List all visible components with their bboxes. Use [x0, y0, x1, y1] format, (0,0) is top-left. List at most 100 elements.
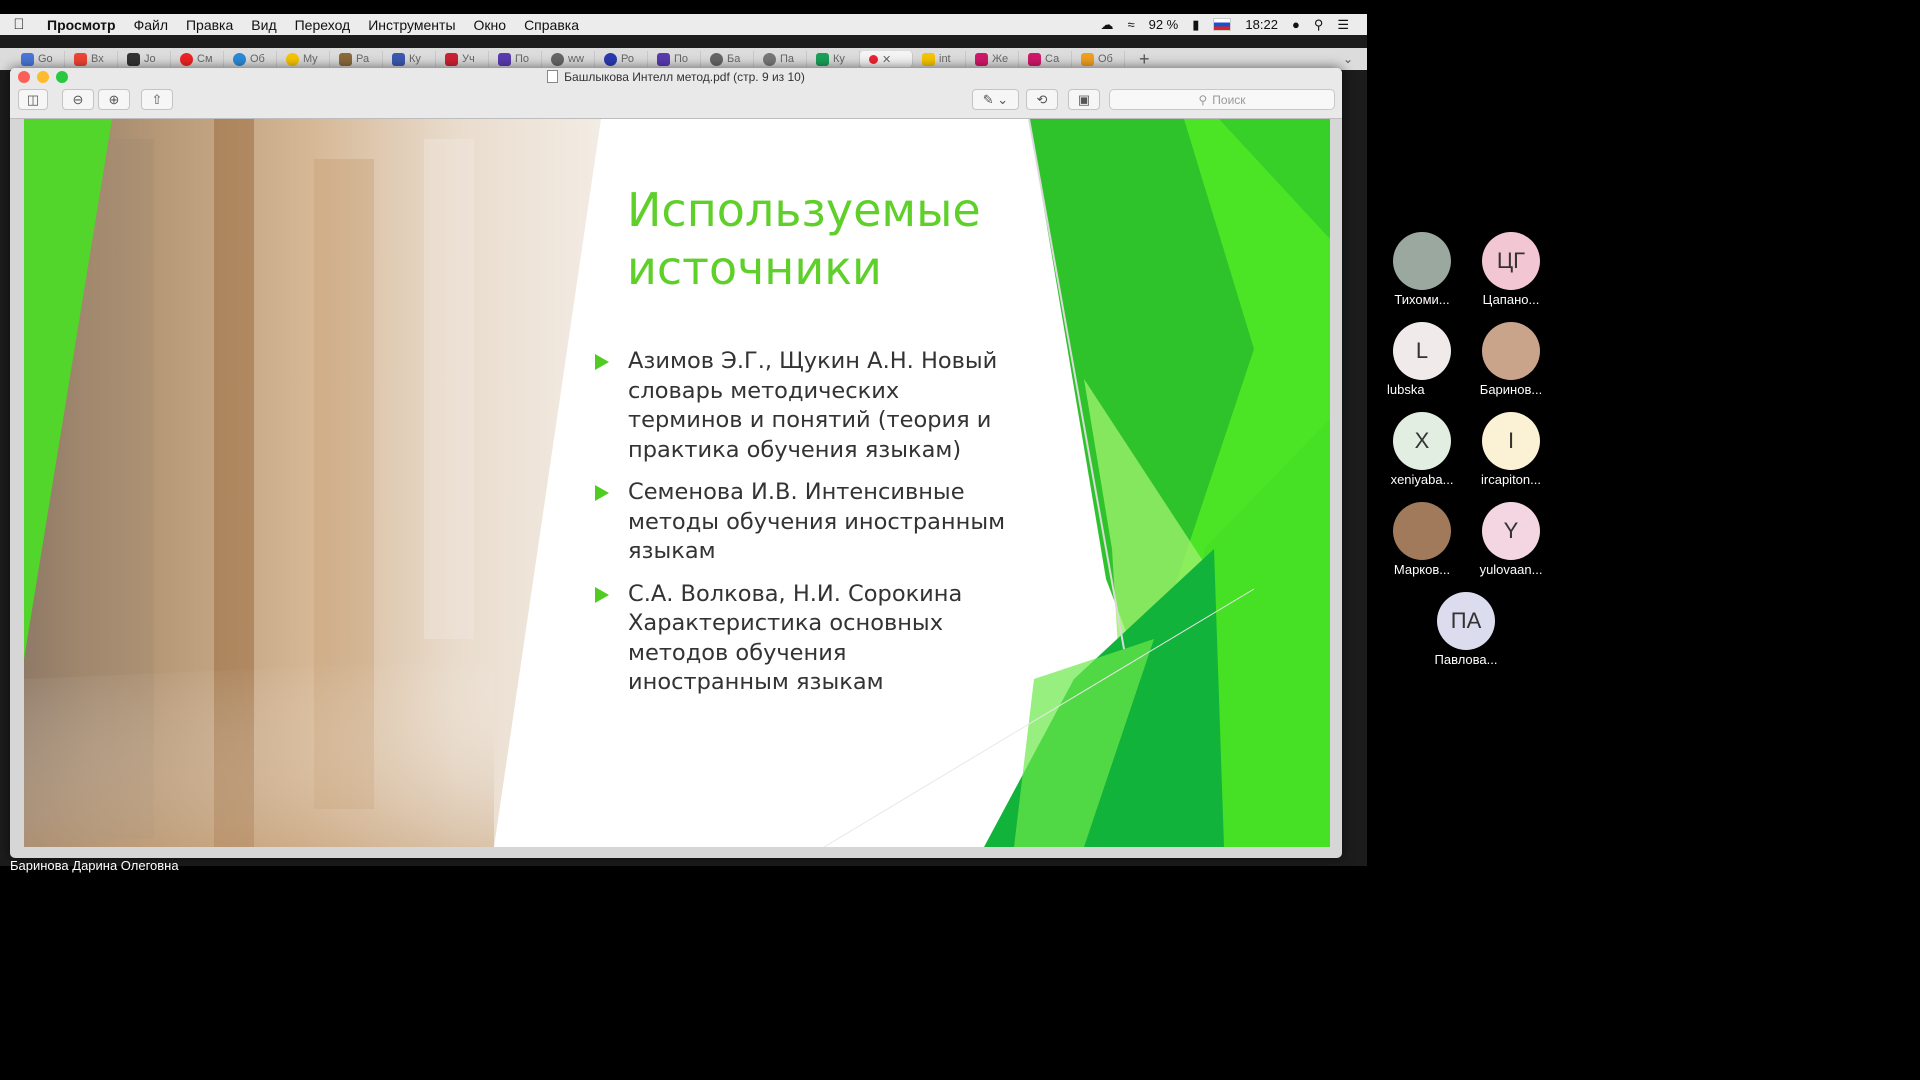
participant-name: yulovaan... [1479, 562, 1543, 577]
menu-edit[interactable]: Правка [177, 17, 242, 33]
apple-icon[interactable]:  [0, 16, 38, 33]
menu-go[interactable]: Переход [286, 17, 360, 33]
source-list: Азимов Э.Г., Щукин А.Н. Новый словарь ме… [592, 347, 1012, 711]
tab-label: Са [1045, 53, 1060, 65]
tab-favicon-icon [498, 52, 511, 66]
sidebar-toggle-button[interactable]: ◫ [18, 89, 48, 110]
tab-label: См [197, 53, 213, 65]
tab[interactable]: Ку [383, 51, 436, 67]
tab[interactable]: My [277, 51, 330, 67]
input-language-icon[interactable] [1213, 18, 1232, 31]
tab[interactable]: По [489, 51, 542, 67]
tab[interactable]: Об [1072, 51, 1125, 67]
rotate-button[interactable]: ⟲ [1026, 89, 1058, 110]
share-button[interactable]: ⇧ [141, 89, 173, 110]
markup-pen-button[interactable]: ✎ ⌄ [972, 89, 1019, 110]
participant-name: Тихоми... [1394, 292, 1450, 307]
tab[interactable]: Вх [65, 51, 118, 67]
tab-label: ww [568, 53, 584, 65]
participant-tile[interactable]: Y yulovaan... [1466, 502, 1556, 577]
participant-name-highlighted: xeniyaba... [1390, 472, 1454, 487]
spotlight-icon[interactable]: ⚲ [1314, 17, 1324, 33]
tab[interactable]: См [171, 51, 224, 67]
menu-view[interactable]: Вид [242, 17, 285, 33]
participant-tile[interactable]: X xeniyaba... [1377, 412, 1467, 487]
clock[interactable]: 18:22 [1245, 17, 1278, 32]
tab[interactable]: Go [12, 51, 65, 67]
participant-tile[interactable]: L lubska [1377, 322, 1467, 397]
menu-bar:  Просмотр Файл Правка Вид Переход Инстр… [0, 14, 1367, 35]
tab-favicon-icon [1028, 52, 1041, 66]
search-field[interactable]: ⚲ Поиск [1109, 89, 1335, 110]
tab-label: Ку [409, 53, 421, 65]
tab[interactable]: Ро [595, 51, 648, 67]
bullet-arrow-icon [595, 485, 609, 501]
tab[interactable]: Же [966, 51, 1019, 67]
tab-favicon-icon [445, 52, 458, 66]
participant-tile[interactable]: Баринов... [1466, 322, 1556, 397]
avatar [1482, 322, 1540, 380]
tab[interactable]: Ку [807, 51, 860, 67]
tab[interactable]: Са [1019, 51, 1072, 67]
tab-active[interactable]: ✕ [860, 51, 913, 67]
tab-label: Ра [356, 53, 370, 65]
browser-tab-strip: Go Вх Jo См Об My Ра Ку Уч По ww Ро По Б… [0, 48, 1367, 70]
tab-favicon-icon [180, 52, 193, 66]
search-placeholder: Поиск [1212, 92, 1246, 107]
avatar [1393, 502, 1451, 560]
close-tab-icon[interactable]: ✕ [882, 53, 891, 66]
new-tab-button[interactable]: + [1139, 49, 1150, 70]
source-item: С.А. Волкова, Н.И. Сорокина Характеристи… [592, 580, 1012, 698]
tab-label: Go [38, 53, 53, 65]
battery-icon: ▮ [1192, 16, 1200, 32]
participant-tile[interactable]: Марков... [1377, 502, 1467, 577]
tab-label: По [515, 53, 530, 65]
tab[interactable]: По [648, 51, 701, 67]
participant-name: lubska [1387, 382, 1425, 397]
tab-favicon-icon [286, 52, 299, 66]
participant-tile[interactable]: Тихоми... [1377, 232, 1467, 307]
avatar: X [1393, 412, 1451, 470]
participant-tile[interactable]: ПА Павлова... [1421, 592, 1511, 667]
source-text: Азимов Э.Г., Щукин А.Н. Новый словарь ме… [628, 348, 998, 463]
user-icon[interactable]: ● [1292, 17, 1300, 32]
cloud-icon[interactable]: ☁ [1100, 17, 1113, 33]
participant-name: Павлова... [1434, 652, 1498, 667]
tab[interactable]: ww [542, 51, 595, 67]
tab[interactable]: Jo [118, 51, 171, 67]
tab-favicon-icon [74, 52, 87, 66]
tab-favicon-icon [710, 52, 723, 66]
menu-tools[interactable]: Инструменты [359, 17, 464, 33]
tab-label: Ку [833, 53, 845, 65]
tab-favicon-icon [339, 52, 352, 66]
zoom-out-button[interactable]: ⊖ [62, 89, 94, 110]
participant-name: Марков... [1393, 562, 1451, 577]
pdf-file-icon [547, 70, 559, 83]
tab[interactable]: int [913, 51, 966, 67]
battery-label[interactable]: 92 % [1149, 17, 1179, 32]
menu-help[interactable]: Справка [515, 17, 588, 33]
tab[interactable]: Уч [436, 51, 489, 67]
avatar: L [1393, 322, 1451, 380]
tab-overflow-chevron-icon[interactable]: ⌄ [1343, 52, 1353, 66]
menu-file[interactable]: Файл [125, 17, 177, 33]
tab-label: По [674, 53, 689, 65]
wifi-icon[interactable]: ≈ [1127, 17, 1134, 32]
slide-title: Используемые источники [627, 183, 981, 295]
tab[interactable]: Ба [701, 51, 754, 67]
menu-app[interactable]: Просмотр [38, 17, 125, 33]
participant-tile[interactable]: I ircapiton... [1466, 412, 1556, 487]
tab-favicon-icon [975, 52, 988, 66]
tab[interactable]: Ра [330, 51, 383, 67]
tab[interactable]: Об [224, 51, 277, 67]
participant-tile[interactable]: ЦГ Цапано... [1466, 232, 1556, 307]
markup-toolbox-button[interactable]: ▣ [1068, 89, 1100, 110]
tab-label: Об [1098, 53, 1113, 65]
tab-favicon-icon [392, 52, 405, 66]
control-center-icon[interactable]: ☰ [1337, 17, 1349, 33]
recording-icon [869, 54, 878, 64]
window-titlebar: Башлыкова Интелл метод.pdf (стр. 9 из 10… [10, 68, 1342, 119]
tab[interactable]: Па [754, 51, 807, 67]
zoom-in-button[interactable]: ⊕ [98, 89, 130, 110]
menu-window[interactable]: Окно [465, 17, 516, 33]
